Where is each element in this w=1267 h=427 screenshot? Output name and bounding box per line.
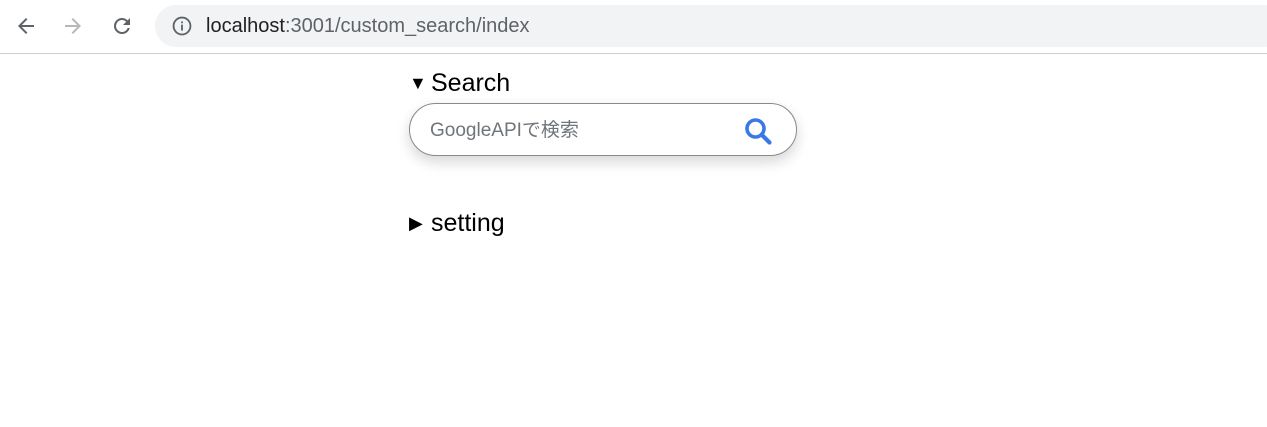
arrow-left-icon: [18, 18, 34, 34]
url-path: :3001/custom_search/index: [284, 15, 530, 37]
search-section-label: Search: [431, 68, 511, 97]
expanded-triangle-icon: ▼: [409, 73, 427, 93]
reload-button[interactable]: [106, 10, 138, 42]
collapsed-triangle-icon: ▶: [409, 213, 423, 233]
url-text[interactable]: localhost:3001/custom_search/index: [206, 15, 530, 37]
setting-section-summary[interactable]: ▶ setting: [409, 206, 829, 240]
address-bar[interactable]: localhost:3001/custom_search/index: [155, 5, 1267, 47]
page-content: ▼ Search ▶ setting: [409, 66, 829, 240]
arrow-right-icon: [65, 18, 81, 34]
reload-icon: [114, 18, 130, 34]
browser-toolbar: localhost:3001/custom_search/index: [0, 0, 1267, 54]
info-icon[interactable]: [171, 15, 193, 37]
search-icon: [745, 118, 772, 145]
back-button[interactable]: [10, 10, 42, 42]
search-input[interactable]: [428, 114, 732, 148]
search-box: [409, 103, 797, 156]
search-button[interactable]: [742, 115, 774, 147]
forward-button[interactable]: [57, 10, 89, 42]
url-host: localhost: [206, 15, 285, 37]
search-section-summary[interactable]: ▼ Search: [409, 66, 829, 100]
setting-section-label: setting: [431, 208, 505, 237]
